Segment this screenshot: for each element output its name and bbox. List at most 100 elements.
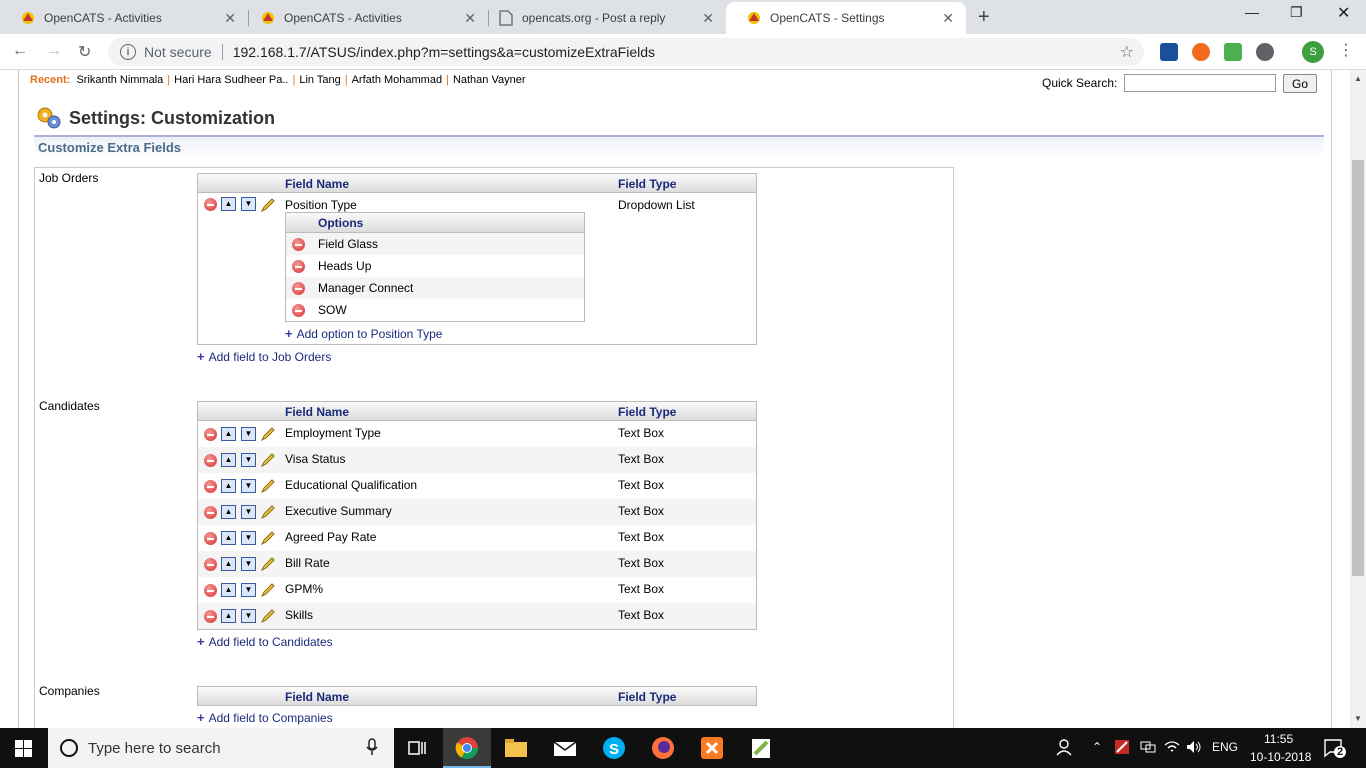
scroll-down-icon[interactable]: ▼ (1354, 714, 1362, 723)
edit-pencil-icon[interactable] (260, 197, 276, 213)
volume-icon[interactable] (1186, 740, 1202, 757)
wifi-icon[interactable] (1164, 740, 1180, 757)
new-tab-plus-icon[interactable]: + (978, 6, 990, 29)
move-down-icon[interactable]: ▼ (241, 531, 256, 545)
recent-item[interactable]: Nathan Vayner (453, 74, 526, 86)
network-icon[interactable] (1140, 740, 1156, 757)
tab-close-icon[interactable]: ✕ (224, 10, 236, 27)
windows-start-icon[interactable] (15, 740, 32, 762)
profile-avatar[interactable]: S (1302, 41, 1324, 63)
restore-icon[interactable]: ❐ (1290, 4, 1303, 21)
tab-close-icon[interactable]: ✕ (942, 10, 954, 27)
notepad-plus-plus-icon[interactable] (749, 736, 773, 760)
delete-icon[interactable] (204, 610, 217, 623)
move-up-icon[interactable]: ▲ (221, 609, 236, 623)
extension-new-icon[interactable] (1160, 43, 1178, 61)
delete-icon[interactable] (292, 238, 305, 251)
delete-icon[interactable] (204, 428, 217, 441)
move-up-icon[interactable]: ▲ (221, 427, 236, 441)
move-down-icon[interactable]: ▼ (241, 609, 256, 623)
add-option-label[interactable]: Add option to Position Type (297, 327, 443, 341)
recent-item[interactable]: Lin Tang (299, 74, 340, 86)
clock-time[interactable]: 11:55 (1264, 732, 1293, 746)
move-down-icon[interactable]: ▼ (241, 197, 256, 211)
tab-settings[interactable]: OpenCATS - Settings ✕ (726, 2, 966, 34)
file-explorer-icon[interactable] (504, 736, 528, 760)
move-down-icon[interactable]: ▼ (241, 453, 256, 467)
edit-pencil-icon[interactable] (260, 452, 276, 468)
menu-kebab-icon[interactable]: ⋮ (1338, 40, 1354, 60)
extension-gear-icon[interactable] (1256, 43, 1274, 61)
vertical-scrollbar[interactable]: ▲ ▼ (1350, 70, 1366, 728)
mail-icon[interactable] (553, 736, 577, 760)
chrome-icon[interactable] (455, 736, 479, 760)
move-up-icon[interactable]: ▲ (221, 479, 236, 493)
move-down-icon[interactable]: ▼ (241, 505, 256, 519)
tab-activities-2[interactable]: OpenCATS - Activities ✕ (240, 2, 489, 34)
tab-activities-1[interactable]: OpenCATS - Activities ✕ (0, 2, 249, 34)
delete-icon[interactable] (292, 260, 305, 273)
extension-orange-icon[interactable] (1192, 43, 1210, 61)
edit-pencil-icon[interactable] (260, 504, 276, 520)
forward-arrow-icon[interactable]: → (46, 42, 62, 60)
edit-pencil-icon[interactable] (260, 582, 276, 598)
input-language[interactable]: ENG (1212, 740, 1238, 754)
recent-item[interactable]: Srikanth Nimmala (76, 74, 163, 86)
microphone-icon[interactable] (366, 738, 378, 760)
edit-pencil-icon[interactable] (260, 426, 276, 442)
firefox-icon[interactable] (651, 736, 675, 760)
quick-search-go-button[interactable]: Go (1283, 74, 1317, 93)
move-up-icon[interactable]: ▲ (221, 531, 236, 545)
xampp-icon[interactable] (700, 736, 724, 760)
move-up-icon[interactable]: ▲ (221, 453, 236, 467)
delete-icon[interactable] (204, 480, 217, 493)
delete-icon[interactable] (204, 506, 217, 519)
tray-expand-icon[interactable]: ⌃ (1092, 740, 1102, 754)
people-icon[interactable] (1056, 738, 1072, 759)
add-option-link[interactable]: + Add option to Position Type (285, 326, 442, 341)
quick-search-input[interactable] (1124, 74, 1276, 92)
skype-icon[interactable]: S (602, 736, 626, 760)
bookmark-star-icon[interactable]: ☆ (1120, 42, 1134, 62)
recent-item[interactable]: Hari Hara Sudheer Pa.. (174, 74, 288, 86)
window-close-icon[interactable]: ✕ (1337, 3, 1350, 23)
move-up-icon[interactable]: ▲ (221, 505, 236, 519)
move-up-icon[interactable]: ▲ (221, 557, 236, 571)
task-view-icon[interactable] (405, 736, 429, 760)
add-field-label[interactable]: Add field to Job Orders (209, 350, 332, 364)
delete-icon[interactable] (292, 282, 305, 295)
edit-pencil-icon[interactable] (260, 478, 276, 494)
delete-icon[interactable] (204, 584, 217, 597)
tab-opencats-post-reply[interactable]: opencats.org - Post a reply ✕ (478, 2, 726, 34)
move-up-icon[interactable]: ▲ (221, 197, 236, 211)
delete-icon[interactable] (204, 198, 217, 211)
add-field-candidates-link[interactable]: + Add field to Candidates (197, 634, 333, 649)
delete-icon[interactable] (204, 558, 217, 571)
move-down-icon[interactable]: ▼ (241, 479, 256, 493)
delete-icon[interactable] (292, 304, 305, 317)
scrollbar-thumb[interactable] (1352, 160, 1364, 576)
clock-date[interactable]: 10-10-2018 (1250, 750, 1311, 764)
add-field-label[interactable]: Add field to Companies (209, 711, 333, 725)
reload-icon[interactable]: ↻ (78, 42, 91, 62)
edit-pencil-icon[interactable] (260, 608, 276, 624)
move-down-icon[interactable]: ▼ (241, 427, 256, 441)
delete-icon[interactable] (204, 532, 217, 545)
minimize-icon[interactable]: — (1245, 4, 1259, 20)
extension-cors-icon[interactable] (1224, 43, 1242, 61)
edit-pencil-icon[interactable] (260, 556, 276, 572)
move-up-icon[interactable]: ▲ (221, 583, 236, 597)
move-down-icon[interactable]: ▼ (241, 583, 256, 597)
delete-icon[interactable] (204, 454, 217, 467)
back-arrow-icon[interactable]: ← (12, 42, 28, 60)
scroll-up-icon[interactable]: ▲ (1354, 74, 1362, 83)
url-text[interactable]: 192.168.1.7/ATSUS/index.php?m=settings&a… (233, 44, 655, 60)
add-field-job-orders-link[interactable]: + Add field to Job Orders (197, 349, 331, 364)
edit-pencil-icon[interactable] (260, 530, 276, 546)
antivirus-icon[interactable] (1114, 739, 1130, 758)
add-field-label[interactable]: Add field to Candidates (209, 635, 333, 649)
add-field-companies-link[interactable]: + Add field to Companies (197, 710, 333, 725)
info-icon[interactable]: i (120, 44, 136, 60)
tab-close-icon[interactable]: ✕ (464, 10, 476, 27)
tab-close-icon[interactable]: ✕ (702, 10, 714, 27)
